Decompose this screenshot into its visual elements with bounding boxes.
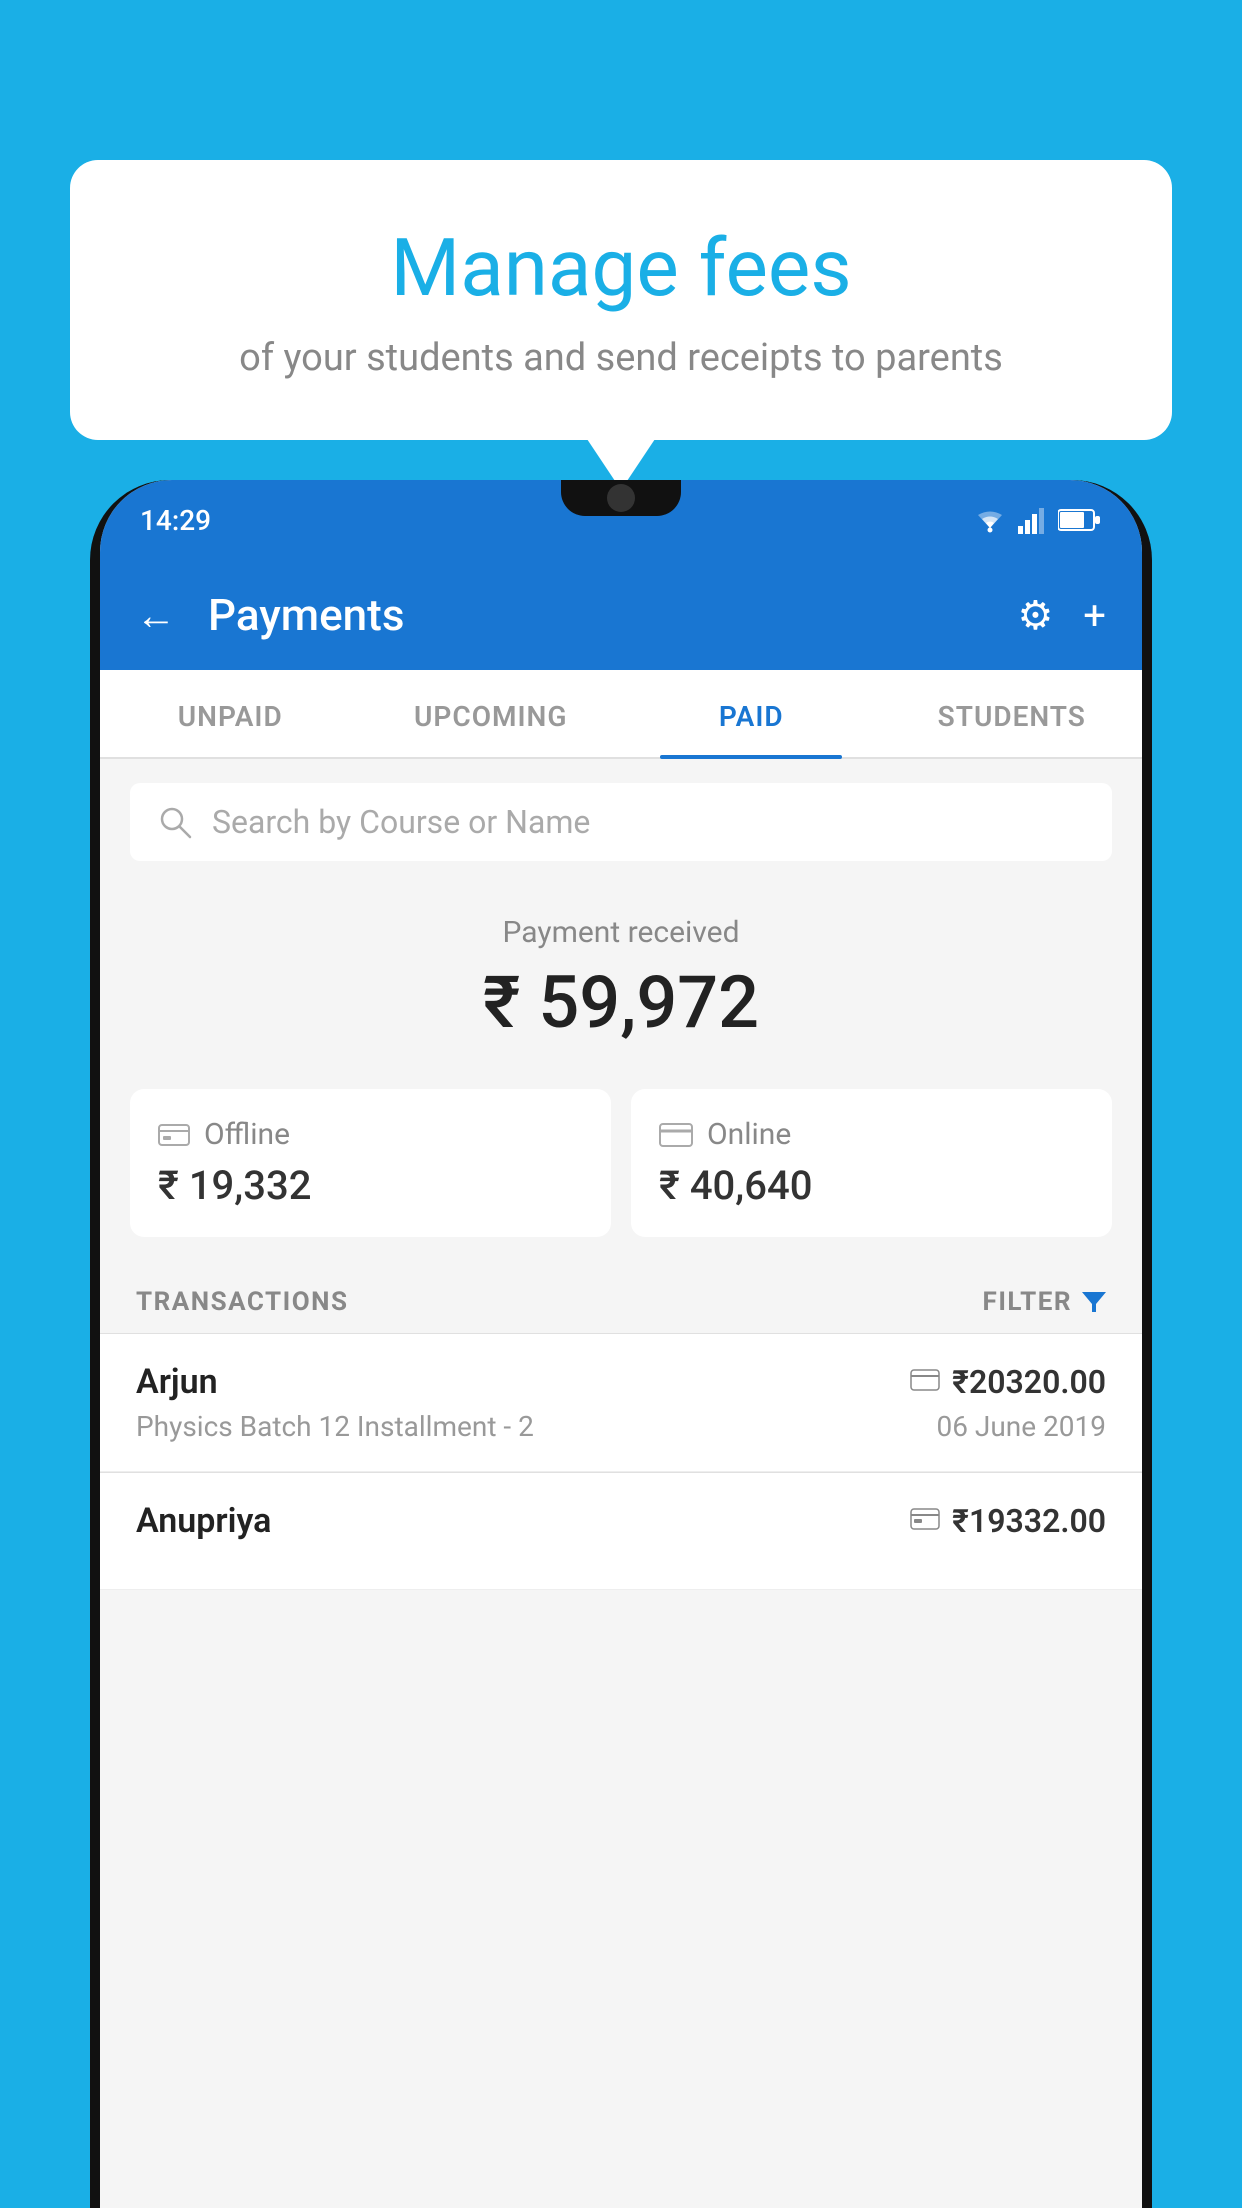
online-card: Online ₹ 40,640 bbox=[631, 1089, 1112, 1237]
transaction-name-2: Anupriya bbox=[136, 1501, 271, 1541]
payment-summary: Payment received ₹ 59,972 bbox=[100, 885, 1142, 1089]
tab-unpaid[interactable]: UNPAID bbox=[100, 670, 361, 757]
offline-amount: ₹ 19,332 bbox=[158, 1162, 583, 1209]
offline-card-header: Offline bbox=[158, 1117, 583, 1152]
tab-paid[interactable]: PAID bbox=[621, 670, 882, 757]
header-icons: ⚙ + bbox=[1017, 592, 1106, 639]
transaction-bottom: Physics Batch 12 Installment - 2 06 June… bbox=[136, 1410, 1106, 1443]
wifi-icon bbox=[972, 506, 1008, 534]
payment-cards: Offline ₹ 19,332 Online ₹ 40,640 bbox=[100, 1089, 1142, 1267]
search-box[interactable]: Search by Course or Name bbox=[130, 783, 1112, 861]
transaction-top-2: Anupriya ₹19332.00 bbox=[136, 1501, 1106, 1541]
speech-bubble-subtitle: of your students and send receipts to pa… bbox=[120, 336, 1122, 380]
filter-label: FILTER bbox=[983, 1287, 1072, 1317]
settings-icon[interactable]: ⚙ bbox=[1017, 592, 1053, 639]
tab-upcoming[interactable]: UPCOMING bbox=[361, 670, 622, 757]
transactions-header: TRANSACTIONS FILTER bbox=[100, 1267, 1142, 1333]
filter-button[interactable]: FILTER bbox=[983, 1287, 1106, 1317]
status-bar: 14:29 bbox=[100, 480, 1142, 560]
offline-label: Offline bbox=[204, 1117, 290, 1152]
transaction-amount-1: ₹20320.00 bbox=[952, 1363, 1106, 1401]
add-icon[interactable]: + bbox=[1083, 592, 1106, 639]
online-label: Online bbox=[707, 1117, 791, 1152]
online-payment-icon bbox=[910, 1369, 940, 1395]
transaction-course-1: Physics Batch 12 Installment - 2 bbox=[136, 1410, 534, 1443]
phone-frame: 14:29 bbox=[90, 480, 1152, 2208]
signal-icon bbox=[1018, 506, 1048, 534]
camera bbox=[607, 484, 635, 512]
speech-bubble: Manage fees of your students and send re… bbox=[70, 160, 1172, 440]
search-placeholder: Search by Course or Name bbox=[212, 803, 590, 841]
search-icon bbox=[158, 805, 192, 839]
transaction-amount-wrap-1: ₹20320.00 bbox=[910, 1363, 1106, 1401]
transaction-name-1: Arjun bbox=[136, 1362, 218, 1402]
transactions-label: TRANSACTIONS bbox=[136, 1287, 348, 1317]
back-button[interactable]: ← bbox=[136, 592, 176, 639]
phone-screen: 14:29 bbox=[100, 480, 1142, 2208]
search-container: Search by Course or Name bbox=[100, 759, 1142, 885]
online-card-header: Online bbox=[659, 1117, 1084, 1152]
tabs-bar: UNPAID UPCOMING PAID STUDENTS bbox=[100, 670, 1142, 759]
transaction-top: Arjun ₹20320.00 bbox=[136, 1362, 1106, 1402]
app-title: Payments bbox=[208, 589, 993, 641]
filter-icon bbox=[1082, 1290, 1106, 1314]
app-header: ← Payments ⚙ + bbox=[100, 560, 1142, 670]
offline-card: Offline ₹ 19,332 bbox=[130, 1089, 611, 1237]
offline-icon bbox=[158, 1121, 190, 1149]
payment-amount: ₹ 59,972 bbox=[130, 960, 1112, 1045]
status-icons bbox=[972, 506, 1102, 534]
payment-label: Payment received bbox=[130, 915, 1112, 950]
status-time: 14:29 bbox=[140, 504, 211, 537]
offline-payment-icon bbox=[910, 1508, 940, 1534]
online-icon bbox=[659, 1122, 693, 1148]
tab-students[interactable]: STUDENTS bbox=[882, 670, 1143, 757]
battery-icon bbox=[1058, 508, 1102, 532]
transaction-amount-wrap-2: ₹19332.00 bbox=[910, 1502, 1106, 1540]
transaction-date-1: 06 June 2019 bbox=[936, 1410, 1106, 1443]
notch bbox=[561, 480, 681, 516]
transaction-row-2[interactable]: Anupriya ₹19332.00 bbox=[100, 1473, 1142, 1590]
transaction-amount-2: ₹19332.00 bbox=[952, 1502, 1106, 1540]
speech-bubble-title: Manage fees bbox=[120, 220, 1122, 316]
transaction-row[interactable]: Arjun ₹20320.00 Physics Batch 12 Install… bbox=[100, 1334, 1142, 1472]
online-amount: ₹ 40,640 bbox=[659, 1162, 1084, 1209]
